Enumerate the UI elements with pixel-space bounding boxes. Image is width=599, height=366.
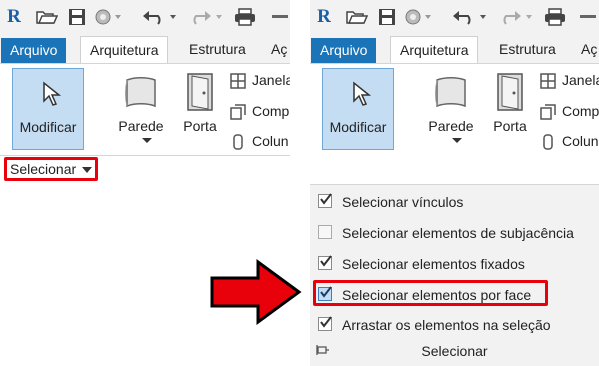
ribbon-screenshot-before: R Arquivo Arquitetura Estrutura Aç Modif… (0, 0, 290, 190)
more-tools-icon[interactable] (578, 8, 598, 26)
open-icon[interactable] (36, 8, 58, 26)
wall-button[interactable]: Parede (114, 72, 168, 152)
menu-item-label: Arrastar os elementos na seleção (342, 317, 551, 333)
select-panel-label: Selecionar (10, 161, 77, 177)
component-icon (540, 104, 556, 121)
undo-icon[interactable] (142, 8, 178, 26)
column-icon (233, 134, 243, 151)
menu-item-label: Selecionar elementos de subjacência (342, 225, 574, 241)
column-button[interactable]: Colun (230, 131, 289, 151)
tab-architecture[interactable]: Arquitetura (390, 36, 479, 63)
print-icon[interactable] (544, 8, 566, 26)
print-icon[interactable] (234, 8, 256, 26)
modify-label: Modificar (329, 119, 387, 135)
component-label: Comp (562, 103, 599, 119)
ribbon-panel: Modificar Parede Porta Janela Comp Colun (0, 63, 290, 156)
column-icon (543, 134, 553, 151)
wall-label: Parede (428, 118, 474, 134)
component-icon (230, 104, 246, 121)
revit-logo-icon[interactable]: R (7, 6, 21, 27)
select-dropdown-menu: Selecionar vínculos Selecionar elementos… (310, 184, 599, 366)
modify-button[interactable]: Modificar (322, 68, 394, 150)
sync-icon[interactable] (404, 8, 432, 26)
component-label: Comp (252, 103, 290, 119)
window-icon (230, 73, 246, 90)
window-button[interactable]: Janela (230, 70, 290, 90)
save-icon[interactable] (378, 8, 396, 26)
cursor-icon (43, 81, 61, 106)
select-panel-dropdown[interactable]: Selecionar (4, 157, 98, 181)
ribbon-tabs: Arquivo Arquitetura Estrutura Aç (310, 36, 599, 63)
window-label: Janela (562, 72, 599, 88)
select-panel-label[interactable]: Selecionar (310, 340, 599, 362)
door-label: Porta (183, 118, 217, 134)
menu-item-label: Selecionar elementos fixados (342, 256, 525, 272)
door-label: Porta (493, 118, 527, 134)
tab-structure[interactable]: Estrutura (490, 36, 565, 63)
tab-file[interactable]: Arquivo (311, 38, 377, 63)
window-label: Janela (252, 72, 290, 88)
door-icon (497, 73, 523, 111)
window-icon (540, 73, 556, 90)
column-label: Colun (562, 133, 599, 149)
ribbon-screenshot-after: R Arquivo Arquitetura Estrutura Aç Modif… (310, 0, 599, 366)
cursor-icon (353, 81, 371, 106)
checkbox-icon[interactable] (318, 316, 332, 331)
chevron-down-icon (82, 167, 93, 174)
tab-more[interactable]: Aç (262, 36, 290, 63)
ribbon-panel: Modificar Parede Porta Janela Comp Colun (310, 63, 599, 156)
redo-icon[interactable] (188, 8, 224, 26)
component-button[interactable]: Comp (540, 101, 599, 121)
open-icon[interactable] (346, 8, 368, 26)
checkbox-icon[interactable] (318, 193, 332, 208)
tab-architecture[interactable]: Arquitetura (80, 36, 169, 63)
quick-access-toolbar: R (0, 0, 290, 36)
revit-logo-icon[interactable]: R (317, 6, 331, 27)
modify-label: Modificar (19, 119, 77, 135)
highlight-box (313, 280, 548, 306)
checkbox-icon[interactable] (318, 255, 332, 270)
modify-button[interactable]: Modificar (12, 68, 84, 150)
wall-label: Parede (118, 118, 164, 134)
door-button[interactable]: Porta (488, 72, 532, 152)
ribbon-tabs: Arquivo Arquitetura Estrutura Aç (0, 36, 290, 63)
tab-file[interactable]: Arquivo (1, 38, 67, 63)
menu-item-label: Selecionar vínculos (342, 194, 464, 210)
tab-more[interactable]: Aç (572, 36, 599, 63)
component-button[interactable]: Comp (230, 101, 289, 121)
door-button[interactable]: Porta (178, 72, 222, 152)
wall-button[interactable]: Parede (424, 72, 478, 152)
checkbox-icon[interactable] (318, 225, 332, 239)
column-button[interactable]: Colun (540, 131, 599, 151)
red-arrow-icon (210, 259, 302, 325)
sync-icon[interactable] (94, 8, 122, 26)
more-tools-icon[interactable] (270, 8, 290, 26)
door-icon (187, 73, 213, 111)
redo-icon[interactable] (498, 8, 534, 26)
save-icon[interactable] (68, 8, 86, 26)
tab-structure[interactable]: Estrutura (180, 36, 255, 63)
column-label: Colun (252, 133, 289, 149)
undo-icon[interactable] (452, 8, 488, 26)
wall-icon (435, 77, 466, 108)
window-button[interactable]: Janela (540, 70, 599, 90)
wall-icon (125, 77, 156, 108)
quick-access-toolbar: R (310, 0, 599, 36)
